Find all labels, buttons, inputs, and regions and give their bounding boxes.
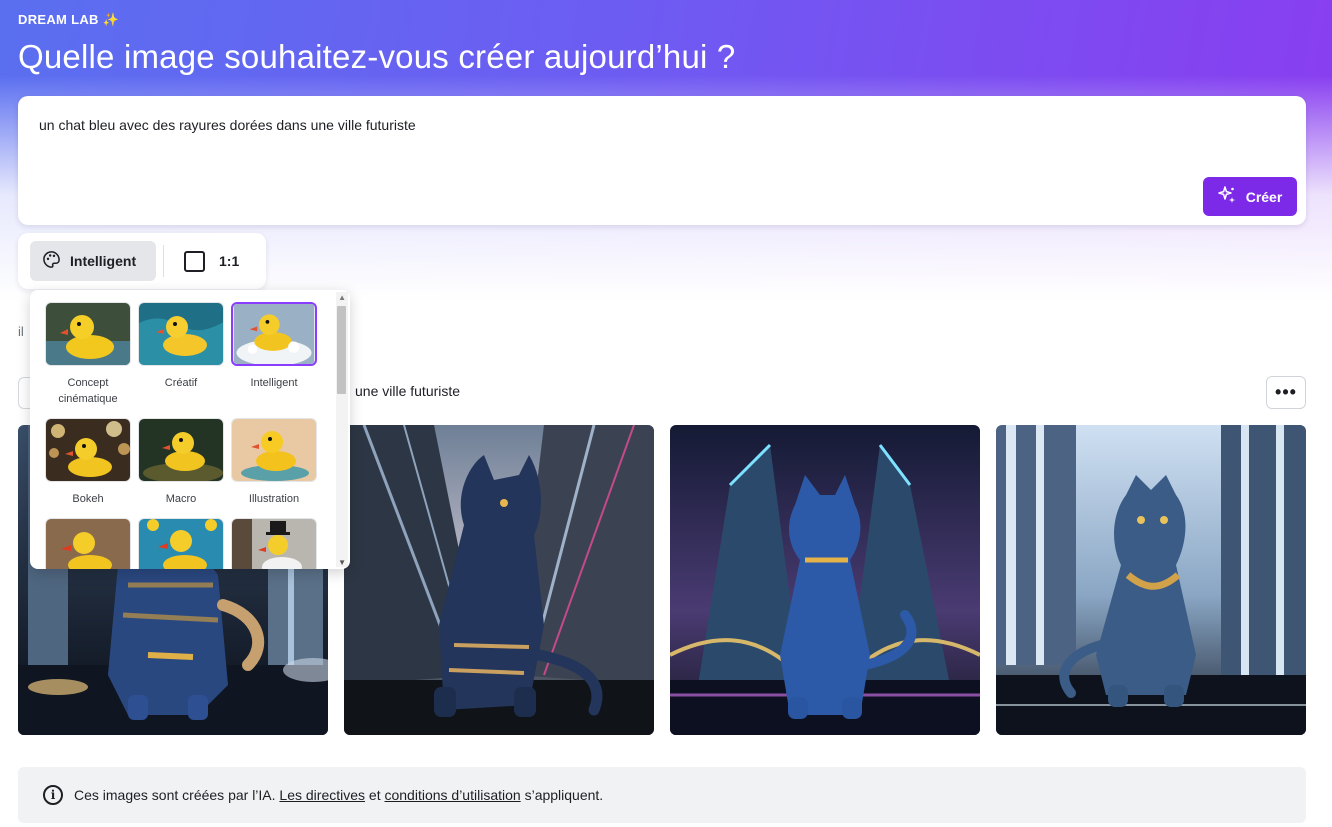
result-image-4[interactable] bbox=[996, 425, 1306, 735]
style-option-illustration[interactable]: Illustration bbox=[231, 418, 317, 507]
style-thumb bbox=[231, 418, 317, 482]
prompt-box[interactable]: un chat bleu avec des rayures dorées dan… bbox=[18, 96, 1306, 225]
terms-link[interactable]: conditions d’utilisation bbox=[384, 787, 520, 803]
scroll-up-icon[interactable]: ▲ bbox=[338, 293, 346, 302]
brand-label: DREAM LAB bbox=[18, 12, 99, 27]
square-icon bbox=[184, 250, 205, 272]
style-label: Macro bbox=[165, 493, 197, 505]
style-thumb bbox=[45, 418, 131, 482]
results-hint: il bbox=[18, 324, 24, 339]
style-thumb bbox=[45, 518, 131, 569]
brand-title: DREAM LAB ✨ bbox=[18, 12, 119, 28]
style-thumb-selected bbox=[231, 302, 317, 366]
create-button[interactable]: Créer bbox=[1203, 177, 1297, 216]
aspect-ratio-button[interactable]: 1:1 bbox=[178, 241, 254, 281]
style-label: Créatif bbox=[164, 377, 198, 389]
toolbar-divider bbox=[163, 245, 164, 277]
notice-prefix: Ces images sont créées par l’IA. bbox=[74, 787, 276, 803]
palette-icon bbox=[42, 250, 61, 272]
style-label: Intelligent bbox=[250, 377, 298, 389]
generation-toolbar: Intelligent 1:1 bbox=[18, 233, 266, 289]
prompt-input[interactable]: un chat bleu avec des rayures dorées dan… bbox=[39, 117, 416, 133]
style-thumb bbox=[45, 302, 131, 366]
ellipsis-icon: ••• bbox=[1275, 382, 1297, 402]
style-thumb bbox=[138, 518, 224, 569]
style-option-creative[interactable]: Créatif bbox=[138, 302, 224, 391]
style-option-bokeh[interactable]: Bokeh bbox=[45, 418, 131, 507]
style-button[interactable]: Intelligent bbox=[30, 241, 156, 281]
ai-notice: i Ces images sont créées par l’IA. Les d… bbox=[18, 767, 1306, 823]
aspect-ratio-label: 1:1 bbox=[219, 253, 240, 269]
result-image-3[interactable] bbox=[670, 425, 980, 735]
sparkles-icon: ✨ bbox=[102, 12, 120, 27]
style-thumb bbox=[138, 302, 224, 366]
style-label: Concept cinématique bbox=[58, 377, 118, 405]
info-icon: i bbox=[43, 785, 63, 805]
style-option-macro[interactable]: Macro bbox=[138, 418, 224, 507]
style-label: Illustration bbox=[248, 493, 300, 505]
more-options-button[interactable]: ••• bbox=[1266, 376, 1306, 409]
style-picker-popup: Concept cinématique Créatif Intelligent … bbox=[30, 290, 350, 569]
style-label: Bokeh bbox=[72, 493, 104, 505]
style-option-cinematic[interactable]: Concept cinématique bbox=[45, 302, 131, 407]
style-picker-scroll-thumb[interactable] bbox=[337, 306, 346, 394]
scroll-down-icon[interactable]: ▼ bbox=[338, 558, 346, 567]
results-prompt-echo: une ville futuriste bbox=[355, 383, 461, 399]
result-image-2[interactable] bbox=[344, 425, 654, 735]
style-option-9[interactable] bbox=[231, 518, 317, 569]
page-headline: Quelle image souhaitez-vous créer aujour… bbox=[18, 38, 736, 75]
style-thumb bbox=[231, 518, 317, 569]
notice-middle: et bbox=[368, 787, 381, 803]
notice-text: Ces images sont créées par l’IA. Les dir… bbox=[74, 787, 603, 803]
style-option-7[interactable] bbox=[45, 518, 131, 569]
notice-suffix: s’appliquent. bbox=[524, 787, 604, 803]
magic-sparkle-icon bbox=[1217, 186, 1236, 207]
style-thumb bbox=[138, 418, 224, 482]
style-option-intelligent[interactable]: Intelligent bbox=[231, 302, 317, 391]
style-button-label: Intelligent bbox=[70, 253, 137, 269]
create-button-label: Créer bbox=[1245, 188, 1283, 205]
style-option-8[interactable] bbox=[138, 518, 224, 569]
guidelines-link[interactable]: Les directives bbox=[279, 787, 365, 803]
